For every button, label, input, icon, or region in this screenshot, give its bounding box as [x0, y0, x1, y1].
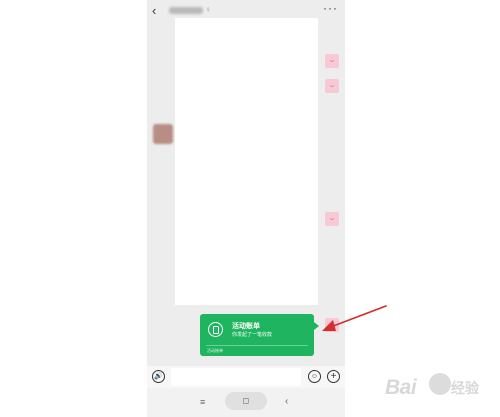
contact-avatar[interactable]	[153, 124, 173, 144]
my-avatar[interactable]: ᴗ	[325, 318, 339, 332]
bill-subtitle: 你发起了一笔收款	[232, 332, 273, 338]
bill-title: 活动账单	[232, 323, 260, 330]
paw-icon	[429, 373, 451, 395]
nav-back-icon[interactable]: ‹	[285, 396, 288, 407]
watermark-brand: Bai	[385, 376, 417, 399]
my-avatar[interactable]: ᴗ	[325, 79, 339, 93]
message-input[interactable]	[171, 368, 301, 386]
system-nav-bar: ≡ ◻ ‹	[147, 388, 345, 417]
bubble-tail	[314, 322, 319, 330]
bill-divider	[206, 345, 308, 346]
bill-icon	[208, 322, 223, 337]
plus-icon[interactable]: +	[327, 370, 340, 383]
back-chevron-icon[interactable]: ‹	[152, 4, 156, 17]
activity-bill-message[interactable]: 活动账单 你发起了一笔收款 活动账单	[200, 314, 314, 356]
baidu-watermark: Bai 经验	[385, 370, 497, 412]
watermark-suffix: 经验	[451, 380, 479, 396]
contact-gender-icon: ♀	[205, 5, 211, 14]
chat-screen: ‹ ♀ ··· ᴗ ᴗ ᴗ ᴗ 活动账单 你发起了一笔收款 活动账单 🔊 ☺ +…	[147, 0, 345, 417]
shared-image-message[interactable]	[175, 18, 318, 305]
more-icon[interactable]: ···	[323, 1, 338, 15]
my-avatar[interactable]: ᴗ	[325, 54, 339, 68]
bill-footer: 活动账单	[207, 348, 223, 353]
nav-home-button[interactable]: ◻	[225, 392, 267, 410]
contact-name-blurred	[169, 7, 203, 14]
voice-icon[interactable]: 🔊	[152, 370, 165, 383]
nav-menu-icon[interactable]: ≡	[200, 397, 205, 407]
emoji-icon[interactable]: ☺	[308, 370, 321, 383]
my-avatar[interactable]: ᴗ	[325, 212, 339, 226]
chat-input-bar: 🔊 ☺ +	[147, 366, 345, 388]
